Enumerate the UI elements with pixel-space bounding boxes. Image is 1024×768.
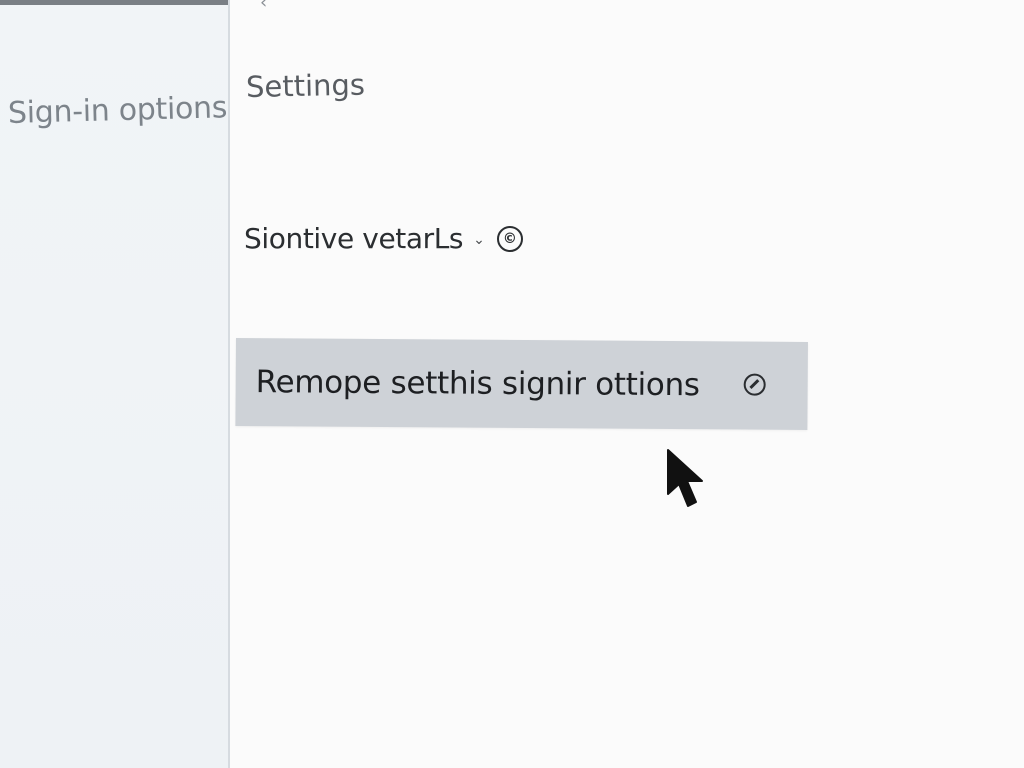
settings-window: Sign-in options ‹ Settings Siontive veta… (0, 0, 1024, 768)
main-content: ‹ Settings Siontive vetarLs ⌄ © Remope s… (230, 0, 1024, 768)
remove-option-label: Remope setthis signir ottions (255, 364, 700, 404)
sidebar-top-bar (0, 0, 228, 5)
cursor-arrow-shape (667, 449, 703, 507)
dropdown-label: Siontive vetarLs (244, 222, 464, 255)
mouse-pointer-icon (667, 449, 703, 507)
block-icon[interactable] (743, 373, 766, 396)
chevron-down-icon[interactable]: ⌄ (473, 232, 485, 248)
sidebar: Sign-in options (0, 0, 230, 768)
sensitive-details-dropdown[interactable]: Siontive vetarLs ⌄ © (244, 222, 523, 255)
info-icon[interactable]: © (496, 225, 523, 252)
remove-sign-in-option-button[interactable]: Remope setthis signir ottions (235, 338, 808, 430)
page-title: Settings (245, 67, 366, 104)
sidebar-item-sign-in-options[interactable]: Sign-in options (8, 90, 228, 131)
top-edge-icon: ‹ (260, 0, 268, 13)
info-glyph: © (502, 230, 517, 247)
